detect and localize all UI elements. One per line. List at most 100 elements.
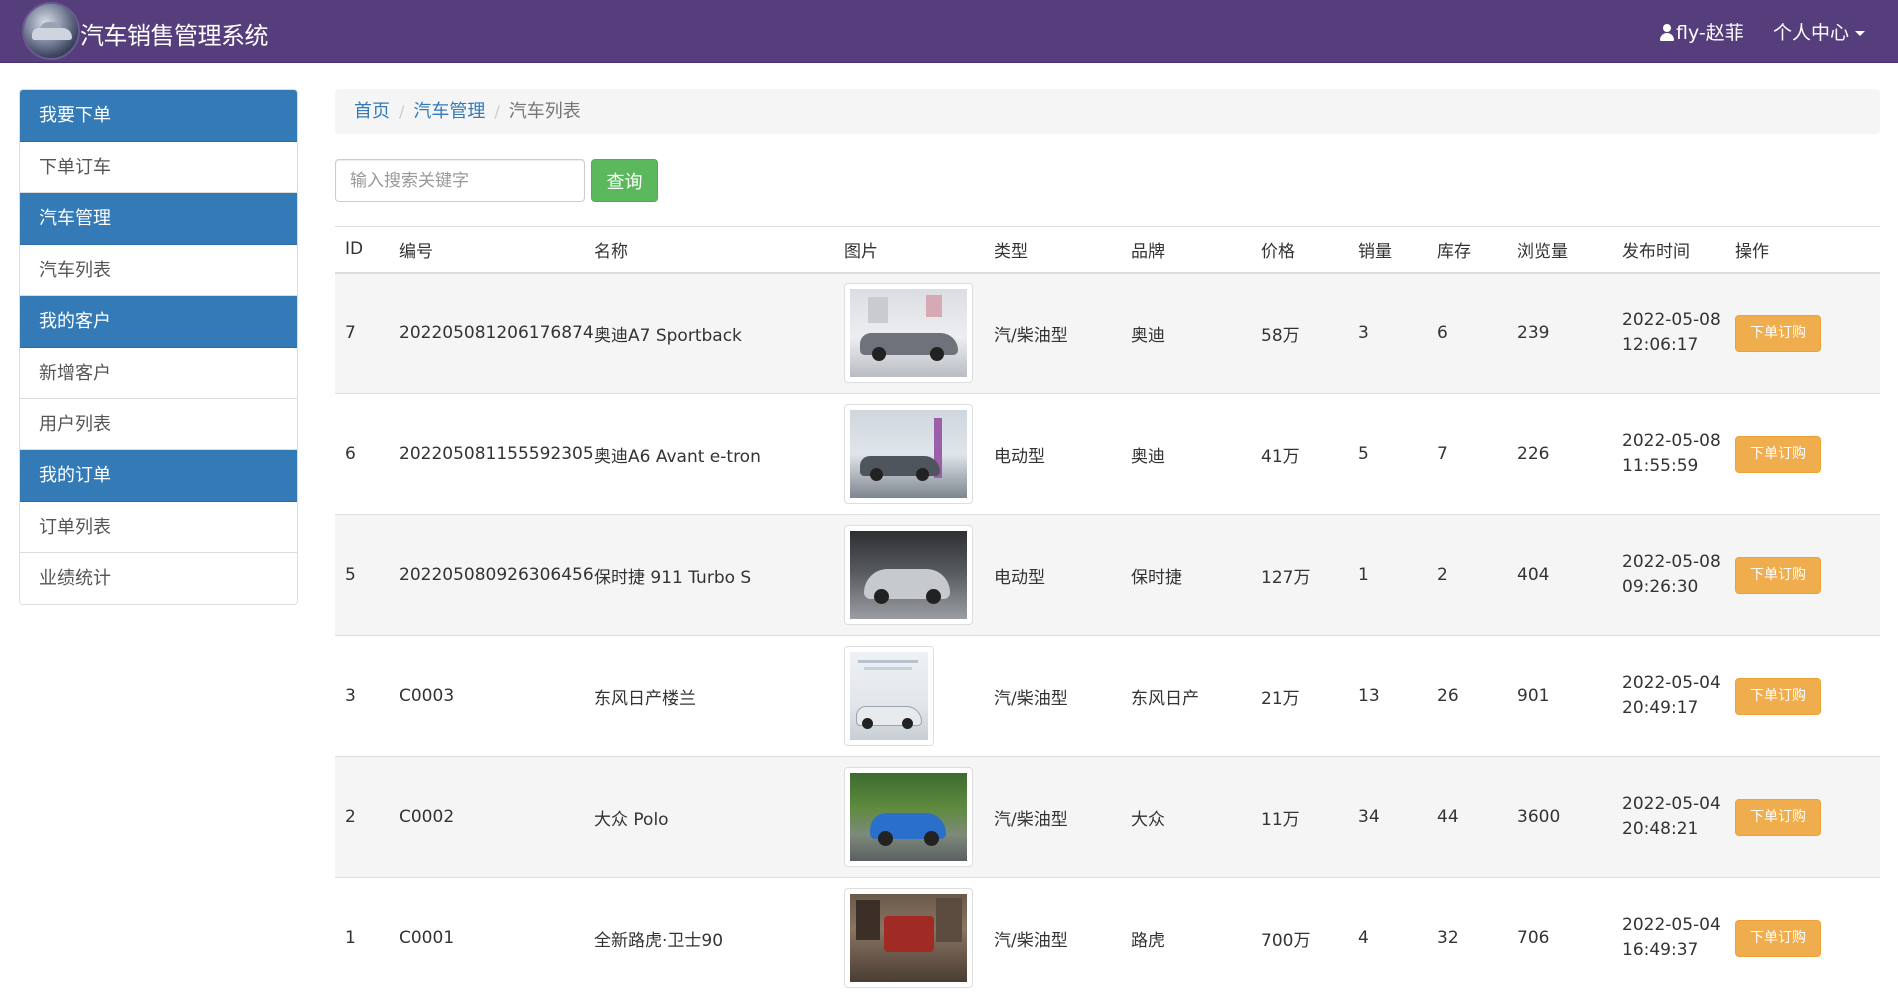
cell-brand: 大众 <box>1121 756 1251 878</box>
cell-publish-time: 2022-05-04 16:49:37 <box>1612 877 1725 999</box>
order-button[interactable]: 下单订购 <box>1735 919 1821 957</box>
cell-type: 电动型 <box>984 393 1121 515</box>
cell-stock: 44 <box>1427 756 1507 878</box>
car-photo-image <box>850 531 967 619</box>
col-header-sales: 销量 <box>1348 226 1427 274</box>
cell-name: 奥迪A7 Sportback <box>584 272 834 394</box>
search-button[interactable]: 查询 <box>591 159 658 202</box>
col-header-image: 图片 <box>834 226 984 274</box>
table-row: 7 202205081206176874 奥迪A7 Sportback 汽/柴油… <box>335 272 1880 394</box>
car-thumbnail[interactable] <box>844 646 934 746</box>
app-title[interactable]: 汽车销售管理系统 <box>80 16 269 51</box>
col-header-type: 类型 <box>984 226 1121 274</box>
car-thumbnail[interactable] <box>844 888 973 989</box>
logo-icon[interactable] <box>22 2 80 60</box>
col-header-stock: 库存 <box>1427 226 1507 274</box>
cell-publish-time: 2022-05-04 20:48:21 <box>1612 756 1725 878</box>
publish-date: 2022-05-04 <box>1622 794 1721 814</box>
col-header-publish-time: 发布时间 <box>1612 226 1725 274</box>
caret-down-icon <box>1855 31 1866 36</box>
breadcrumb-car-management[interactable]: 汽车管理 <box>413 101 485 122</box>
cell-brand: 奥迪 <box>1121 393 1251 515</box>
cell-stock: 6 <box>1427 272 1507 394</box>
cell-code: C0002 <box>389 756 584 878</box>
cell-publish-time: 2022-05-08 11:55:59 <box>1612 393 1725 515</box>
car-thumbnail[interactable] <box>844 283 973 384</box>
user-menu[interactable]: fly-赵菲 <box>1660 18 1744 45</box>
sidebar-heading-order[interactable]: 我要下单 <box>20 90 297 142</box>
cell-id: 7 <box>335 272 389 394</box>
cell-stock: 32 <box>1427 877 1507 999</box>
publish-date: 2022-05-08 <box>1622 552 1721 572</box>
sidebar-heading-car-management[interactable]: 汽车管理 <box>20 193 297 245</box>
sidebar-item-order-list[interactable]: 订单列表 <box>20 502 297 553</box>
cell-type: 汽/柴油型 <box>984 635 1121 757</box>
cell-price: 127万 <box>1251 514 1348 636</box>
sidebar-heading-my-orders[interactable]: 我的订单 <box>20 450 297 502</box>
cell-name: 全新路虎·卫士90 <box>584 877 834 999</box>
sidebar-item-user-list[interactable]: 用户列表 <box>20 399 297 450</box>
col-header-name: 名称 <box>584 226 834 274</box>
publish-clock: 12:06:17 <box>1622 335 1699 356</box>
breadcrumb-home[interactable]: 首页 <box>354 101 390 122</box>
sidebar-item-car-list[interactable]: 汽车列表 <box>20 245 297 296</box>
cell-code: C0001 <box>389 877 584 999</box>
cell-name: 东风日产楼兰 <box>584 635 834 757</box>
cell-code: 202205081155592305 <box>389 393 594 515</box>
table-row: 3 C0003 东风日产楼兰 汽/柴油型 东风日产 21万 13 26 901 … <box>335 635 1880 757</box>
table-row: 1 C0001 全新路虎·卫士90 汽/柴油型 路虎 700万 4 32 706… <box>335 877 1880 999</box>
order-button[interactable]: 下单订购 <box>1735 314 1821 352</box>
order-button[interactable]: 下单订购 <box>1735 798 1821 836</box>
cell-image <box>834 635 984 757</box>
cell-image <box>834 877 984 999</box>
sidebar-item-place-order[interactable]: 下单订车 <box>20 142 297 193</box>
cell-brand: 保时捷 <box>1121 514 1251 636</box>
cell-views: 239 <box>1507 272 1612 394</box>
cell-name: 奥迪A6 Avant e-tron <box>584 393 834 515</box>
cell-id: 6 <box>335 393 389 515</box>
cell-views: 901 <box>1507 635 1612 757</box>
sidebar-item-performance-stats[interactable]: 业绩统计 <box>20 553 297 604</box>
cell-views: 706 <box>1507 877 1612 999</box>
cell-action: 下单订购 <box>1725 393 1880 515</box>
car-photo-image <box>850 773 967 861</box>
publish-clock: 11:55:59 <box>1622 456 1699 476</box>
sidebar: 我要下单 下单订车 汽车管理 汽车列表 我的客户 新增客户 用户列表 我的订单 … <box>19 89 298 605</box>
top-navbar: 汽车销售管理系统 fly-赵菲 个人中心 <box>0 0 1898 63</box>
search-input[interactable] <box>335 159 585 202</box>
cell-stock: 7 <box>1427 393 1507 515</box>
user-icon <box>1660 24 1674 41</box>
order-button[interactable]: 下单订购 <box>1735 435 1821 473</box>
car-thumbnail[interactable] <box>844 404 973 504</box>
cell-publish-time: 2022-05-08 09:26:30 <box>1612 514 1725 636</box>
cell-brand: 奥迪 <box>1121 272 1251 394</box>
publish-date: 2022-05-04 <box>1622 915 1721 936</box>
car-photo-image <box>850 289 967 378</box>
personal-center-dropdown[interactable]: 个人中心 <box>1773 18 1866 45</box>
car-thumbnail[interactable] <box>844 525 973 625</box>
car-thumbnail[interactable] <box>844 767 973 867</box>
col-header-brand: 品牌 <box>1121 226 1251 274</box>
cell-id: 5 <box>335 514 389 636</box>
breadcrumb-current: 汽车列表 <box>508 101 581 122</box>
car-photo-image <box>850 894 967 983</box>
cell-action: 下单订购 <box>1725 877 1880 999</box>
user-name: fly-赵菲 <box>1676 22 1744 44</box>
sidebar-heading-customers[interactable]: 我的客户 <box>20 296 297 348</box>
col-header-id: ID <box>335 226 389 274</box>
publish-date: 2022-05-08 <box>1622 310 1721 331</box>
personal-center-label: 个人中心 <box>1773 22 1850 44</box>
cell-action: 下单订购 <box>1725 514 1880 636</box>
cell-type: 汽/柴油型 <box>984 272 1121 394</box>
cell-sales: 4 <box>1348 877 1427 999</box>
cell-sales: 13 <box>1348 635 1427 757</box>
cell-image <box>834 514 984 636</box>
publish-clock: 20:49:17 <box>1622 698 1699 718</box>
breadcrumb-separator: / <box>399 102 405 121</box>
publish-date: 2022-05-04 <box>1622 673 1721 693</box>
order-button[interactable]: 下单订购 <box>1735 677 1821 715</box>
car-table: ID 编号 名称 图片 类型 品牌 价格 销量 库存 浏览量 发布时间 操作 7… <box>335 226 1880 999</box>
order-button[interactable]: 下单订购 <box>1735 556 1821 594</box>
sidebar-item-add-customer[interactable]: 新增客户 <box>20 348 297 399</box>
car-photo-image <box>850 410 967 498</box>
